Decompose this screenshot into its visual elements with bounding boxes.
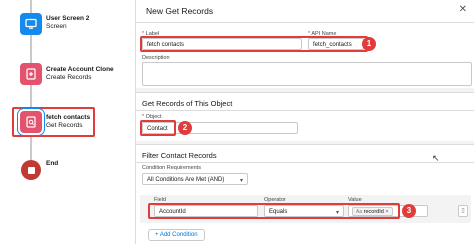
callout-box-3: [148, 203, 400, 219]
dropdown-icon: ▾: [239, 178, 243, 184]
callout-badge-1: 1: [362, 37, 376, 51]
filter-section-title: Filter Contact Records: [142, 151, 217, 160]
node-subtitle: Screen: [46, 23, 67, 30]
screen-node-label: User Screen 2 Screen: [46, 15, 89, 31]
create-node-label: Create Account Clone Create Records: [46, 66, 114, 82]
flow-canvas: User Screen 2 Screen Create Account Clon…: [0, 0, 135, 244]
filter-section: Filter Contact Records Condition Require…: [136, 144, 474, 245]
panel-title: New Get Records: [146, 6, 214, 16]
get-records-icon: [26, 116, 36, 128]
end-node[interactable]: [21, 160, 41, 180]
add-condition-button[interactable]: + Add Condition: [148, 229, 205, 241]
callout-badge-2: 2: [178, 121, 192, 135]
screen-icon: [25, 18, 37, 29]
node-title: End: [46, 160, 59, 167]
node-subtitle: Create Records: [46, 74, 92, 81]
create-records-node[interactable]: [20, 63, 42, 85]
get-records-node[interactable]: [20, 111, 42, 133]
screen-node[interactable]: [20, 13, 42, 35]
condition-requirements-label: Condition Requirements: [142, 165, 202, 171]
create-records-icon: [26, 68, 36, 80]
condition-row: Field Operator Value AccountId Equals ▾ …: [140, 195, 471, 223]
node-title: fetch contacts: [46, 114, 91, 121]
end-node-label: End: [46, 160, 58, 168]
object-section-title: Get Records of This Object: [142, 99, 233, 108]
trash-icon[interactable]: ▯: [458, 205, 468, 217]
condition-select[interactable]: All Conditions Are Met (AND) ▾: [142, 173, 248, 185]
callout-box-1: [140, 36, 368, 52]
callout-badge-3: 3: [402, 204, 416, 218]
close-icon[interactable]: ✕: [459, 4, 467, 15]
object-section: Get Records of This Object * Object Cont…: [136, 92, 474, 141]
general-section: * Label fetch contacts * API Name fetch_…: [136, 23, 474, 88]
properties-panel: New Get Records ✕ * Label fetch contacts…: [135, 0, 474, 245]
end-icon: [27, 166, 35, 174]
section-divider: [136, 162, 474, 163]
callout-box-2: [140, 120, 176, 136]
section-divider: [136, 110, 474, 111]
node-title: Create Account Clone: [46, 66, 114, 73]
cursor-icon: ↖: [432, 153, 440, 163]
node-subtitle: Get Records: [46, 122, 83, 129]
description-label: Description: [142, 55, 170, 61]
get-node-label: fetch contacts Get Records: [46, 114, 90, 130]
panel-header: New Get Records ✕: [136, 0, 474, 23]
description-textarea[interactable]: [142, 62, 472, 86]
node-title: User Screen 2: [46, 15, 90, 22]
